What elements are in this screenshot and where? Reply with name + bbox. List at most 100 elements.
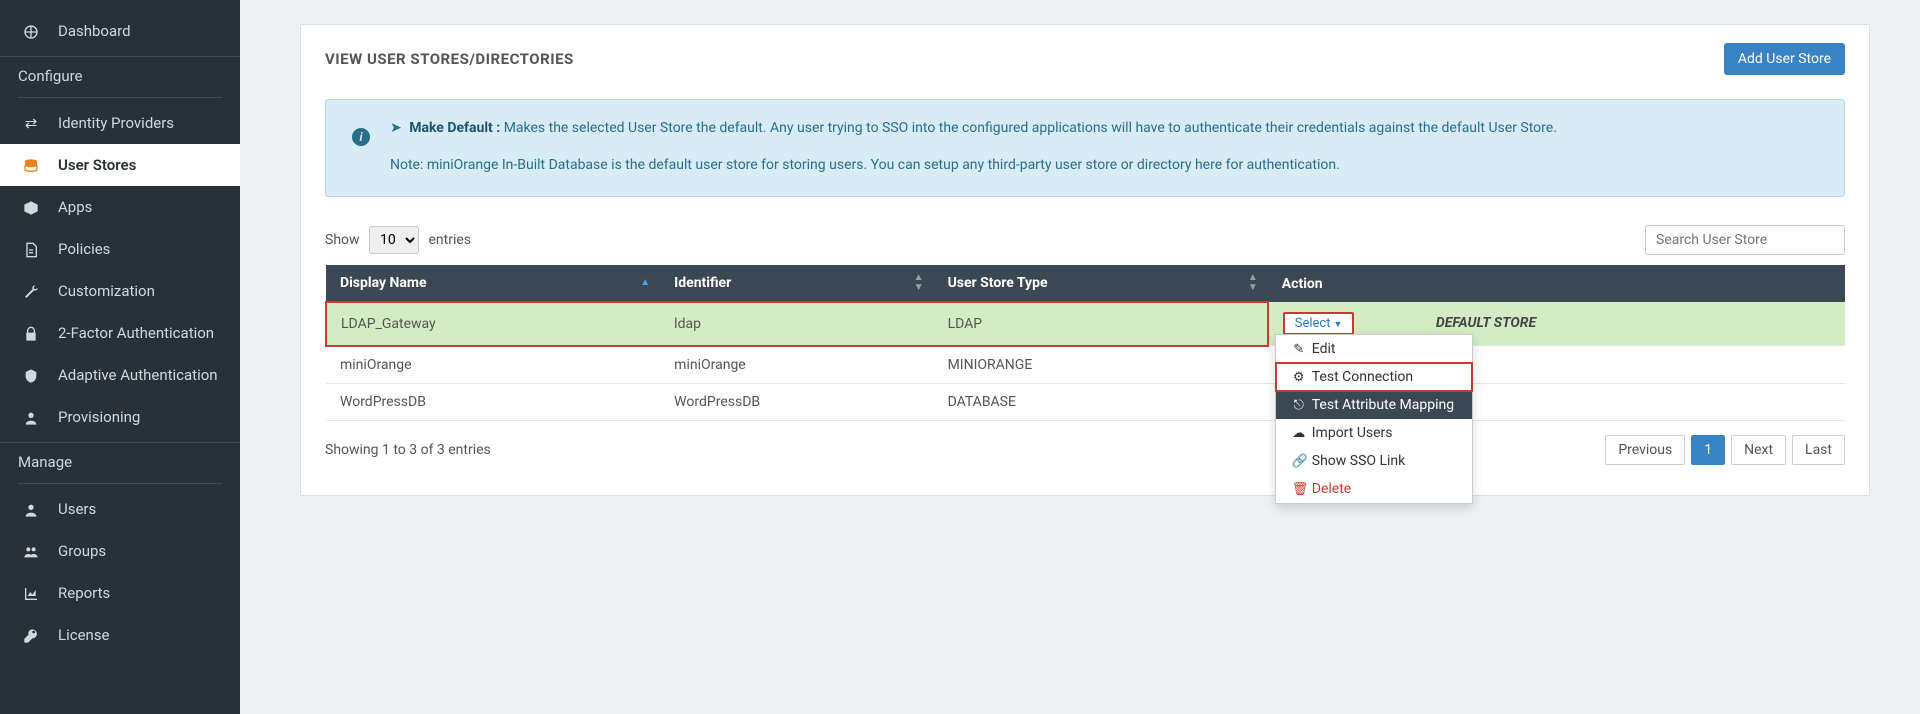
- col-identifier[interactable]: Identifier ▲▼: [660, 265, 933, 302]
- sort-icon: ▲: [640, 278, 650, 288]
- panel: VIEW USER STORES/DIRECTORIES Add User St…: [300, 24, 1870, 496]
- col-display-name[interactable]: Display Name ▲: [326, 265, 660, 302]
- sidebar-item-policies[interactable]: Policies: [0, 228, 240, 270]
- sidebar-item-user-stores[interactable]: User Stores: [0, 144, 240, 186]
- sidebar-item-2fa[interactable]: 2-Factor Authentication: [0, 312, 240, 354]
- cell-identifier: WordPressDB: [660, 383, 933, 420]
- entries-info: Showing 1 to 3 of 3 entries: [325, 442, 491, 458]
- wrench-icon: [18, 282, 44, 300]
- divider: [18, 483, 222, 484]
- sidebar-section-manage: Manage: [0, 442, 240, 479]
- sort-icon: ▲▼: [914, 273, 924, 293]
- trash-icon: 🗑: [1292, 482, 1306, 497]
- user-stores-table: Display Name ▲ Identifier ▲▼ User Store …: [325, 265, 1845, 421]
- sort-icon: ▲▼: [1248, 273, 1258, 293]
- search-input[interactable]: [1645, 225, 1845, 255]
- pg-1[interactable]: 1: [1691, 435, 1725, 465]
- sidebar-item-groups[interactable]: Groups: [0, 530, 240, 572]
- col-type[interactable]: User Store Type ▲▼: [934, 265, 1268, 302]
- info-icon: i: [352, 128, 370, 146]
- cell-display-name: miniOrange: [326, 346, 660, 384]
- sidebar: Dashboard Configure ⇄ Identity Providers…: [0, 0, 240, 714]
- caret-icon: ▼: [1333, 320, 1342, 330]
- cell-type: LDAP: [934, 302, 1268, 346]
- sidebar-label: Identity Providers: [58, 114, 174, 132]
- dashboard-icon: [18, 22, 44, 40]
- sidebar-label: License: [58, 626, 110, 644]
- link-icon: 🔗: [1292, 454, 1306, 469]
- chart-icon: [18, 584, 44, 602]
- sidebar-item-reports[interactable]: Reports: [0, 572, 240, 614]
- file-icon: [18, 240, 44, 258]
- sidebar-label: Reports: [58, 584, 110, 602]
- dd-show-sso-link[interactable]: 🔗 Show SSO Link: [1276, 447, 1472, 475]
- sidebar-item-adaptive-auth[interactable]: Adaptive Authentication: [0, 354, 240, 396]
- show-label-pre: Show: [325, 232, 360, 248]
- sidebar-label: Customization: [58, 282, 155, 300]
- table-row: miniOrange miniOrange MINIORANGE: [326, 346, 1845, 384]
- map-icon: ⎋: [1292, 398, 1306, 413]
- make-default-title: Make Default :: [409, 120, 500, 136]
- dd-edit[interactable]: ✎ Edit: [1276, 335, 1472, 363]
- cell-display-name: LDAP_Gateway: [326, 302, 660, 346]
- cell-identifier: ldap: [660, 302, 933, 346]
- info-note: Note: miniOrange In-Built Database is th…: [390, 155, 1820, 176]
- sidebar-label: Provisioning: [58, 408, 140, 426]
- table-row: LDAP_Gateway ldap LDAP Select▼ DEFAULT S…: [326, 302, 1845, 346]
- dd-test-attribute-mapping[interactable]: ⎋ Test Attribute Mapping: [1276, 391, 1472, 419]
- pg-last[interactable]: Last: [1792, 435, 1845, 465]
- dd-delete[interactable]: 🗑 Delete: [1276, 475, 1472, 503]
- box-icon: [18, 198, 44, 216]
- sidebar-item-identity-providers[interactable]: ⇄ Identity Providers: [0, 102, 240, 144]
- entries-control: Show 10 entries: [325, 226, 471, 254]
- default-store-badge: DEFAULT STORE: [1436, 315, 1536, 331]
- sidebar-label: Adaptive Authentication: [58, 366, 218, 384]
- entries-select[interactable]: 10: [369, 226, 419, 254]
- lock-icon: [18, 324, 44, 342]
- cloud-icon: ☁: [1292, 426, 1306, 441]
- exchange-icon: ⇄: [18, 114, 44, 132]
- table-toolbar: Show 10 entries: [301, 217, 1869, 265]
- col-action: Action: [1268, 265, 1845, 302]
- action-dropdown: ✎ Edit ⚙ Test Connection ⎋ Test Attribut…: [1275, 334, 1473, 504]
- sidebar-label: 2-Factor Authentication: [58, 324, 214, 342]
- divider: [18, 97, 222, 98]
- sidebar-item-license[interactable]: License: [0, 614, 240, 656]
- select-button[interactable]: Select▼: [1283, 312, 1355, 335]
- page-title: VIEW USER STORES/DIRECTORIES: [325, 50, 574, 68]
- cursor-icon: ➤: [390, 120, 402, 136]
- pagination: Previous 1 Next Last: [1605, 435, 1845, 465]
- pg-next[interactable]: Next: [1731, 435, 1786, 465]
- cell-type: MINIORANGE: [934, 346, 1268, 384]
- shield-icon: [18, 366, 44, 384]
- group-icon: [18, 542, 44, 560]
- sidebar-label: Policies: [58, 240, 110, 258]
- cell-type: DATABASE: [934, 383, 1268, 420]
- add-user-store-button[interactable]: Add User Store: [1724, 43, 1845, 75]
- sidebar-item-customization[interactable]: Customization: [0, 270, 240, 312]
- dd-import-users[interactable]: ☁ Import Users: [1276, 419, 1472, 447]
- show-label-post: entries: [429, 232, 472, 248]
- server-icon: [18, 156, 44, 174]
- cell-action: Select▼ DEFAULT STORE ✎ Edit ⚙ Te: [1268, 302, 1845, 346]
- gears-icon: ⚙: [1292, 370, 1306, 385]
- sidebar-label: Groups: [58, 542, 106, 560]
- table-wrap: Display Name ▲ Identifier ▲▼ User Store …: [301, 265, 1869, 421]
- table-row: WordPressDB WordPressDB DATABASE: [326, 383, 1845, 420]
- sidebar-item-provisioning[interactable]: Provisioning: [0, 396, 240, 438]
- user-icon: [18, 500, 44, 518]
- sidebar-label: User Stores: [58, 156, 136, 174]
- sidebar-section-configure: Configure: [0, 56, 240, 93]
- table-footer: Showing 1 to 3 of 3 entries Previous 1 N…: [301, 421, 1869, 465]
- pg-previous[interactable]: Previous: [1605, 435, 1685, 465]
- sidebar-item-users[interactable]: Users: [0, 488, 240, 530]
- cell-display-name: WordPressDB: [326, 383, 660, 420]
- make-default-text: Makes the selected User Store the defaul…: [504, 120, 1557, 136]
- sidebar-item-apps[interactable]: Apps: [0, 186, 240, 228]
- panel-header: VIEW USER STORES/DIRECTORIES Add User St…: [301, 25, 1869, 89]
- key-icon: [18, 626, 44, 644]
- sidebar-label: Apps: [58, 198, 92, 216]
- sidebar-item-dashboard[interactable]: Dashboard: [0, 10, 240, 52]
- cell-identifier: miniOrange: [660, 346, 933, 384]
- dd-test-connection[interactable]: ⚙ Test Connection: [1276, 363, 1472, 391]
